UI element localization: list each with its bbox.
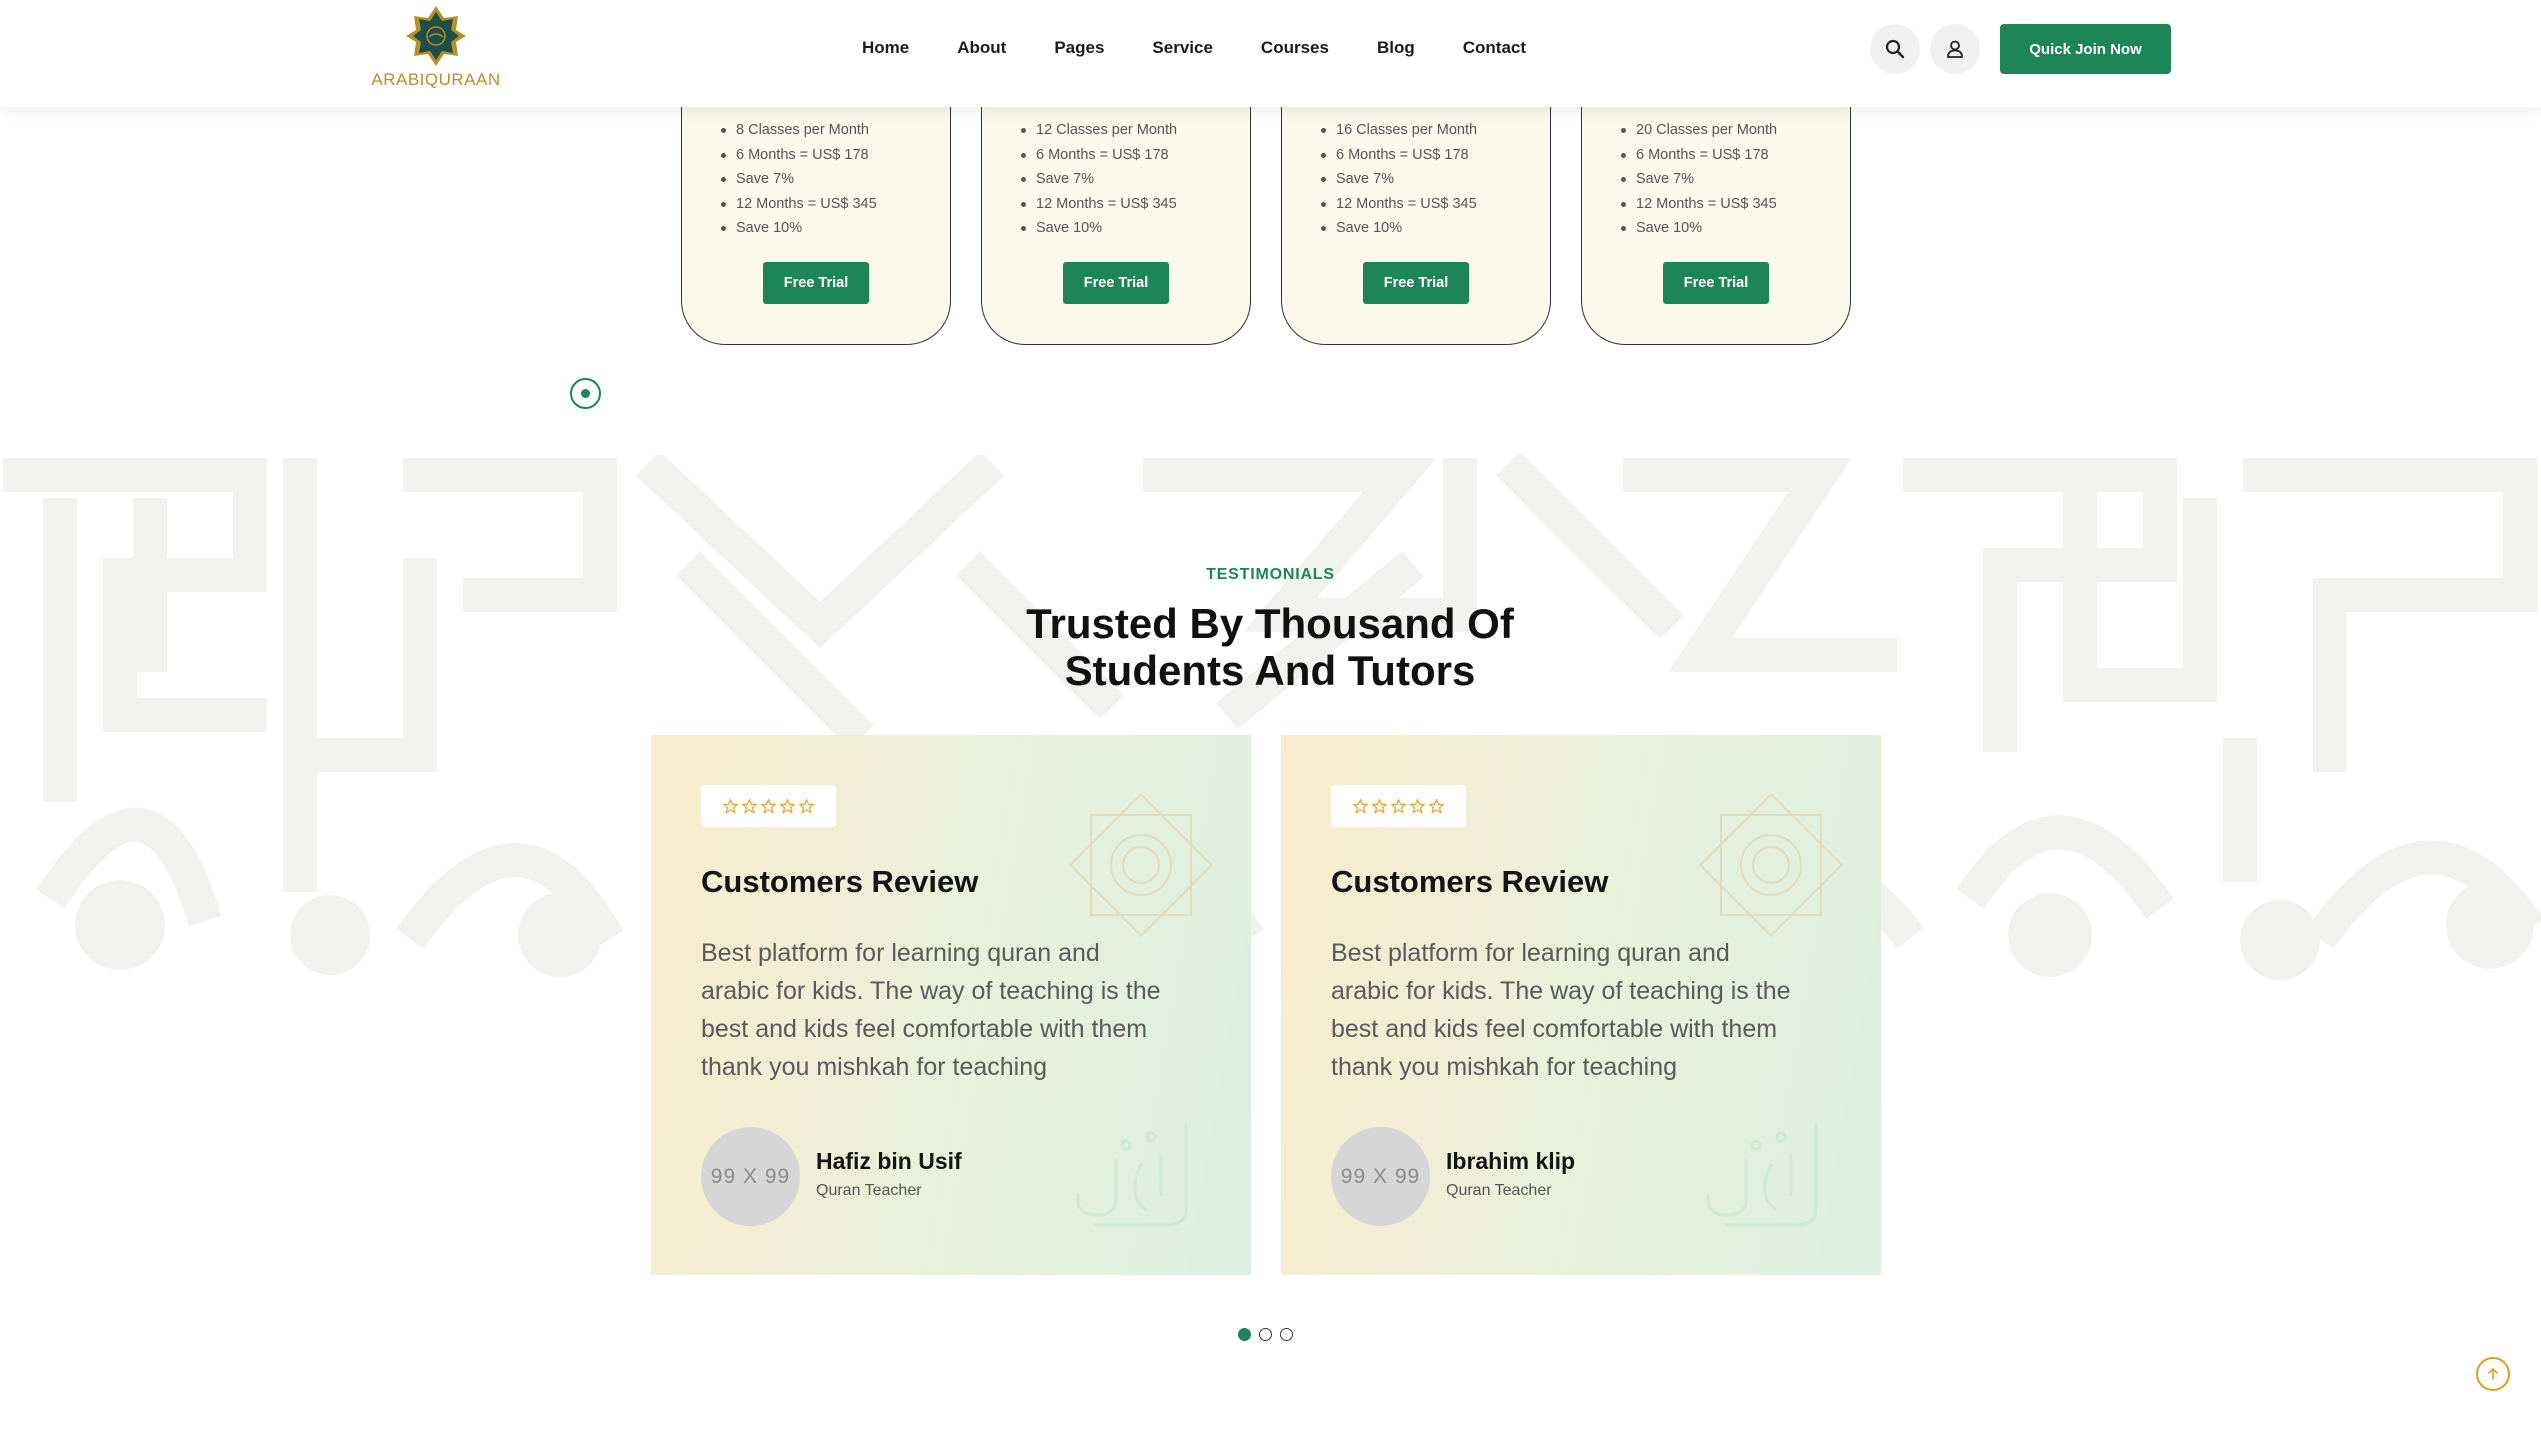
arrow-up-icon — [2488, 1367, 2498, 1380]
feature-save-six: Save 7% — [1020, 167, 1177, 192]
free-trial-button[interactable]: Free Trial — [1063, 262, 1169, 304]
ornament-icon — [1068, 792, 1214, 938]
review-card: Customers Review Best platform for learn… — [651, 735, 1251, 1275]
feature-save-twelve: Save 10% — [721, 216, 877, 241]
nav-courses[interactable]: Courses — [1261, 38, 1329, 58]
nav-contact[interactable]: Contact — [1463, 38, 1526, 58]
feature-classes: 16 Classes per Month — [1320, 118, 1477, 143]
author-name: Hafiz bin Usif — [816, 1148, 962, 1174]
feature-classes: 8 Classes per Month — [721, 118, 877, 143]
feature-twelve-months: 12 Months = US$ 345 — [1620, 192, 1777, 217]
free-trial-button[interactable]: Free Trial — [1363, 262, 1469, 304]
feature-save-twelve: Save 10% — [1320, 216, 1477, 241]
logo-text: ARABIQURAAN — [371, 70, 501, 89]
feature-save-six: Save 7% — [721, 167, 877, 192]
review-title: Customers Review — [1331, 864, 1609, 899]
review-text: Best platform for learning quran and ara… — [1331, 939, 1791, 1081]
star-icon — [1410, 798, 1425, 814]
pricing-features: 12 Classes per Month 6 Months = US$ 178 … — [1020, 118, 1177, 241]
feature-six-months: 6 Months = US$ 178 — [1620, 143, 1777, 168]
star-icon — [761, 798, 776, 814]
ornament-icon — [1698, 792, 1844, 938]
free-trial-button[interactable]: Free Trial — [763, 262, 869, 304]
feature-save-six: Save 7% — [1620, 167, 1777, 192]
arabic-calligraphy-icon — [1706, 1123, 1818, 1227]
author-role: Quran Teacher — [816, 1182, 922, 1199]
pricing-features: 20 Classes per Month 6 Months = US$ 178 … — [1620, 118, 1777, 241]
review-card: Customers Review Best platform for learn… — [1281, 735, 1881, 1275]
carousel-dot-1[interactable] — [1238, 1328, 1251, 1341]
feature-save-twelve: Save 10% — [1620, 216, 1777, 241]
nav-about[interactable]: About — [957, 38, 1006, 58]
testimonials-background — [0, 455, 2541, 1000]
pricing-features: 16 Classes per Month 6 Months = US$ 178 … — [1320, 118, 1477, 241]
nav-blog[interactable]: Blog — [1377, 38, 1415, 58]
pager-dot-inner — [581, 389, 590, 398]
heading-line-2: Students And Tutors — [1064, 647, 1476, 694]
rating-stars — [1331, 785, 1466, 827]
carousel-dot-2[interactable] — [1259, 1328, 1272, 1341]
search-button[interactable] — [1870, 24, 1920, 74]
scroll-to-top-button[interactable] — [2476, 1357, 2510, 1391]
carousel-dot-3[interactable] — [1280, 1328, 1293, 1341]
feature-classes: 12 Classes per Month — [1020, 118, 1177, 143]
star-icon — [1429, 798, 1444, 814]
arabic-calligraphy-icon — [1076, 1123, 1188, 1227]
section-eyebrow: TESTIMONIALS — [1206, 566, 1335, 583]
feature-classes: 20 Classes per Month — [1620, 118, 1777, 143]
avatar: 99 X 99 — [701, 1127, 800, 1226]
author-name: Ibrahim klip — [1446, 1148, 1576, 1174]
feature-six-months: 6 Months = US$ 178 — [721, 143, 877, 168]
feature-save-twelve: Save 10% — [1020, 216, 1177, 241]
avatar: 99 X 99 — [1331, 1127, 1430, 1226]
star-icon — [780, 798, 795, 814]
pricing-features: 8 Classes per Month 6 Months = US$ 178 S… — [721, 118, 877, 241]
quick-join-button[interactable]: Quick Join Now — [2000, 24, 2171, 74]
pricing-pager-dot[interactable] — [570, 378, 601, 409]
user-icon — [1947, 40, 1963, 58]
feature-twelve-months: 12 Months = US$ 345 — [1320, 192, 1477, 217]
star-icon — [1353, 798, 1368, 814]
logo-star-icon — [406, 6, 466, 66]
logo[interactable]: ARABIQURAAN — [370, 4, 502, 94]
review-title: Customers Review — [701, 864, 979, 899]
star-icon — [742, 798, 757, 814]
nav-pages[interactable]: Pages — [1054, 38, 1104, 58]
rating-stars — [701, 785, 836, 827]
star-icon — [799, 798, 814, 814]
heading-line-1: Trusted By Thousand Of — [1026, 600, 1514, 647]
feature-six-months: 6 Months = US$ 178 — [1320, 143, 1477, 168]
search-icon — [1885, 39, 1905, 59]
site-header: ARABIQURAAN Home About Pages Service Cou… — [0, 0, 2541, 107]
author-role: Quran Teacher — [1446, 1182, 1552, 1199]
nav-home[interactable]: Home — [862, 38, 909, 58]
nav-service[interactable]: Service — [1152, 38, 1213, 58]
account-button[interactable] — [1930, 24, 1980, 74]
star-icon — [723, 798, 738, 814]
free-trial-button[interactable]: Free Trial — [1663, 262, 1769, 304]
feature-save-six: Save 7% — [1320, 167, 1477, 192]
feature-six-months: 6 Months = US$ 178 — [1020, 143, 1177, 168]
feature-twelve-months: 12 Months = US$ 345 — [721, 192, 877, 217]
star-icon — [1391, 798, 1406, 814]
main-nav: Home About Pages Service Courses Blog Co… — [862, 38, 1574, 58]
feature-twelve-months: 12 Months = US$ 345 — [1020, 192, 1177, 217]
section-heading: Trusted By Thousand Of Students And Tuto… — [870, 600, 1670, 694]
calligraphy-pattern-icon — [3, 455, 2541, 982]
star-icon — [1372, 798, 1387, 814]
review-text: Best platform for learning quran and ara… — [701, 939, 1161, 1081]
carousel-pager — [1238, 1328, 1293, 1341]
